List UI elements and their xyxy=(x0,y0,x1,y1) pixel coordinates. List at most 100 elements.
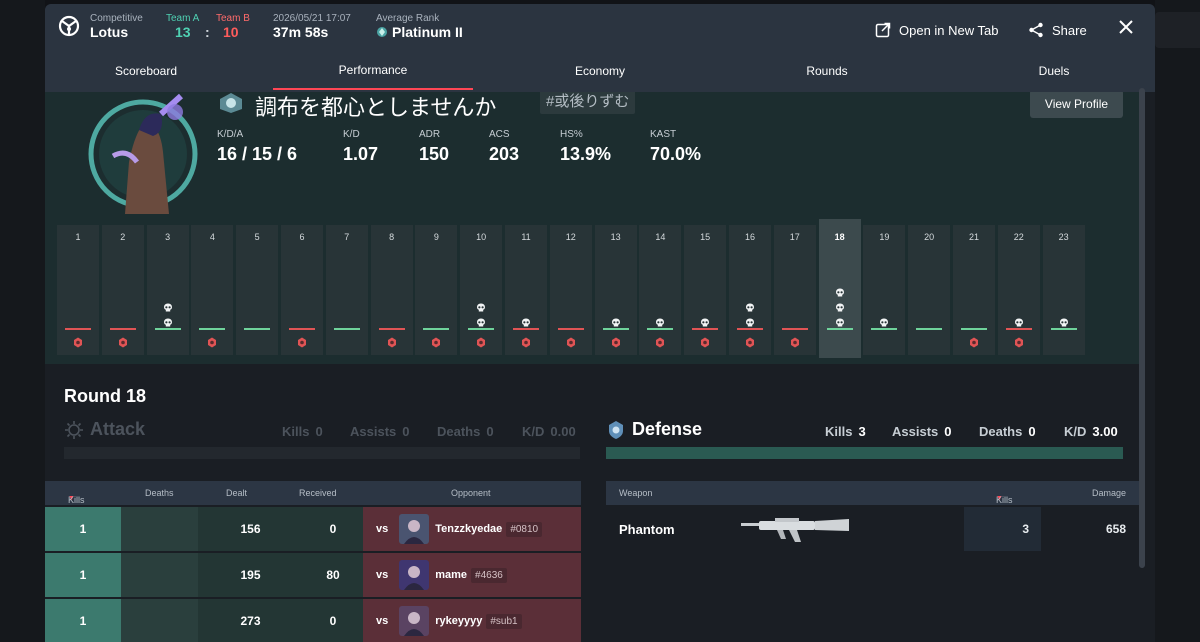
kill-skull-icon xyxy=(1059,315,1069,327)
backdrop-left xyxy=(0,0,45,642)
opponent-tag: #4636 xyxy=(471,567,507,583)
round-1[interactable]: 1 xyxy=(57,225,99,355)
weapon-header: Weapon xyxy=(619,488,653,498)
attack-deaths: Deaths 0 xyxy=(437,424,494,439)
kills-label: Kills xyxy=(282,424,310,439)
stat-label: KAST xyxy=(650,129,677,140)
round-number: 1 xyxy=(75,232,81,242)
spike-icon xyxy=(700,335,711,348)
opponent-name: mame xyxy=(435,569,468,581)
stat-label: K/D xyxy=(343,129,360,140)
round-11[interactable]: 11 xyxy=(505,225,547,355)
opponent-cell[interactable]: vs Tenzzkyedae #0810 xyxy=(363,507,581,551)
phantom-rifle-icon xyxy=(741,518,849,542)
round-9[interactable]: 9 xyxy=(415,225,458,355)
opponent-header: Opponent xyxy=(451,488,491,498)
tab-performance[interactable]: Performance xyxy=(339,63,408,77)
round-3[interactable]: 3 xyxy=(146,225,189,355)
spike-icon xyxy=(969,335,980,348)
match-header: Competitive Lotus Team A Team B 13 : 10 … xyxy=(45,4,1155,92)
weapon-table-header: Weapon ▼ Kills Damage xyxy=(606,481,1142,505)
round-16[interactable]: 16 xyxy=(729,225,771,355)
round-13[interactable]: 13 xyxy=(594,225,637,355)
round-number: 6 xyxy=(299,232,305,242)
round-result-line xyxy=(737,328,763,330)
tab-economy[interactable]: Economy xyxy=(575,64,625,78)
mode-label: Competitive xyxy=(90,13,143,24)
tab-scoreboard[interactable]: Scoreboard xyxy=(115,64,177,78)
dealt-cell: 273 xyxy=(198,599,303,642)
opponent-cell[interactable]: vs rykeyyyy #sub1 xyxy=(363,599,581,642)
round-19[interactable]: 19 xyxy=(863,225,906,355)
attack-kills: Kills 0 xyxy=(282,424,323,439)
header-label: Kills xyxy=(996,495,1013,505)
round-6[interactable]: 6 xyxy=(281,225,323,355)
attack-bar xyxy=(64,447,580,459)
spike-icon xyxy=(789,335,800,348)
external-link-icon xyxy=(875,22,891,38)
round-number: 19 xyxy=(879,232,890,242)
deaths-header[interactable]: Deaths xyxy=(145,488,174,498)
round-18[interactable]: 18 xyxy=(818,219,861,358)
map-name: Lotus xyxy=(90,24,129,40)
tab-rounds[interactable]: Rounds xyxy=(806,64,847,78)
dealt-cell: 156 xyxy=(198,507,303,551)
spike-icon xyxy=(745,335,756,348)
stat-value: 13.9% xyxy=(560,144,612,164)
round-20[interactable]: 20 xyxy=(908,225,951,355)
round-21[interactable]: 21 xyxy=(953,225,995,355)
kill-skull-icon xyxy=(476,300,486,312)
round-14[interactable]: 14 xyxy=(639,225,682,355)
deaths-label: Deaths xyxy=(437,424,481,439)
stat-kd: K/D 1.07 xyxy=(343,129,378,165)
round-number: 15 xyxy=(700,232,711,242)
round-2[interactable]: 2 xyxy=(101,225,144,355)
round-number: 17 xyxy=(789,232,800,242)
scrollbar[interactable] xyxy=(1139,88,1145,568)
view-profile-button[interactable]: View Profile xyxy=(1030,92,1123,118)
defense-icon xyxy=(609,421,623,439)
spike-icon xyxy=(655,335,666,348)
round-8[interactable]: 8 xyxy=(370,225,413,355)
opponent-name: rykeyyyy xyxy=(435,615,483,627)
round-17[interactable]: 17 xyxy=(773,225,816,355)
table-row: 1 273 0 vs rykeyyyy #sub1 xyxy=(45,599,581,642)
player-tag: #或後りずむ xyxy=(540,92,636,114)
round-12[interactable]: 12 xyxy=(549,225,592,355)
close-icon[interactable] xyxy=(1117,18,1135,36)
player-rank-icon xyxy=(220,93,242,113)
round-7[interactable]: 7 xyxy=(325,225,368,355)
open-new-tab-button[interactable]: Open in New Tab xyxy=(875,18,999,42)
share-label: Share xyxy=(1052,22,1087,38)
round-22[interactable]: 22 xyxy=(997,225,1040,355)
round-number: 13 xyxy=(610,232,621,242)
tab-duels[interactable]: Duels xyxy=(1039,64,1070,78)
round-number: 5 xyxy=(254,232,260,242)
player-name: 調布を都心としませんか xyxy=(255,95,497,120)
received-header[interactable]: Received xyxy=(299,488,337,498)
round-10[interactable]: 10 xyxy=(460,225,503,355)
round-15[interactable]: 15 xyxy=(684,225,727,355)
round-number: 8 xyxy=(389,232,395,242)
round-result-line xyxy=(289,328,315,330)
damage-header[interactable]: Damage xyxy=(1092,488,1126,498)
match-modal: Competitive Lotus Team A Team B 13 : 10 … xyxy=(45,4,1155,642)
spike-icon xyxy=(297,335,308,348)
round-23[interactable]: 23 xyxy=(1042,225,1085,355)
stat-value: 150 xyxy=(419,144,450,164)
round-result-line xyxy=(333,328,360,330)
performance-content: 調布を都心としませんか #或後りずむ View Profile K/D/A 16… xyxy=(45,92,1155,642)
kill-skull-icon xyxy=(611,315,621,327)
round-number: 14 xyxy=(655,232,666,242)
round-result-line xyxy=(781,328,808,330)
kill-skull-icon xyxy=(1014,315,1024,327)
opponent-cell[interactable]: vs mame #4636 xyxy=(363,553,581,597)
stat-hs: HS% 13.9% xyxy=(560,129,611,165)
dealt-header[interactable]: Dealt xyxy=(226,488,247,498)
share-button[interactable]: Share xyxy=(1028,18,1087,42)
player-panel: 調布を都心としませんか #或後りずむ View Profile K/D/A 16… xyxy=(45,92,1139,364)
spike-icon xyxy=(207,335,218,348)
round-5[interactable]: 5 xyxy=(236,225,279,355)
round-timeline: 1 2 3 4 5 6 7 8 9 10 11 12 13 14 15 16 17 18 19 20 21 22 23 xyxy=(57,219,1132,361)
round-4[interactable]: 4 xyxy=(191,225,234,355)
